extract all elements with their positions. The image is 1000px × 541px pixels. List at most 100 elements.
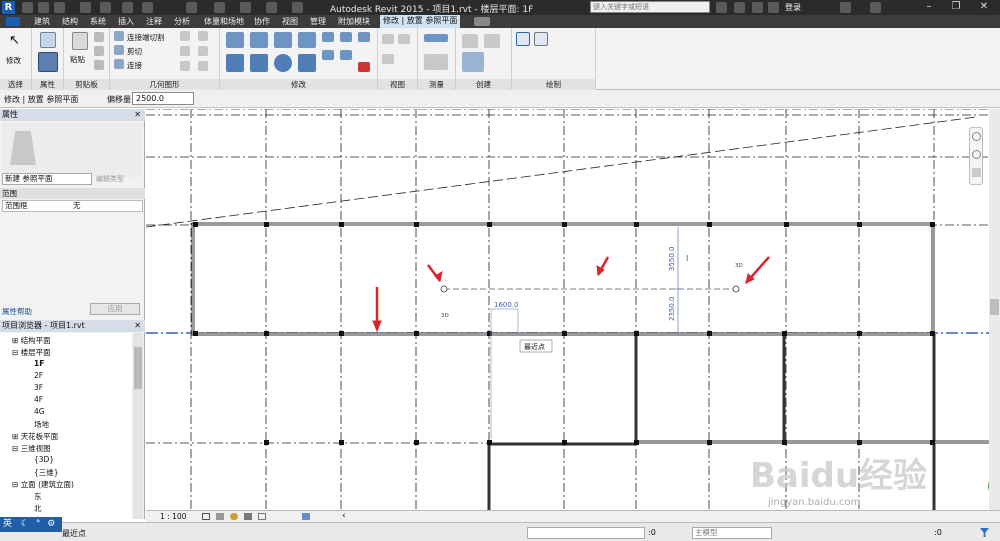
properties-icon[interactable] [40,32,56,48]
communication-icon[interactable] [752,2,763,13]
text-icon[interactable] [186,2,197,13]
rotate-icon[interactable] [274,54,292,72]
join-cut-button[interactable]: 连接端切割 [127,32,165,43]
delete-icon[interactable] [358,62,370,72]
split-icon[interactable] [322,32,334,42]
browser-scrollbar[interactable] [133,333,143,519]
print-icon[interactable] [122,2,133,13]
pick-face-icon[interactable] [180,61,190,71]
wall-join-icon[interactable] [180,46,190,56]
tab-manage[interactable]: 管理 [310,16,326,27]
sync-icon[interactable] [54,2,65,13]
filter-icon[interactable] [980,528,989,537]
join-icon[interactable] [114,59,124,69]
navigation-bar[interactable] [969,127,983,185]
tree-item[interactable]: 场地 [34,419,49,430]
exchange-icon[interactable] [840,2,851,13]
mirror-draw-icon[interactable] [298,32,316,48]
edit-type-button[interactable]: 编辑类型 [96,174,124,184]
3d-view-icon[interactable] [214,2,225,13]
panel-toggle-icon[interactable] [474,17,490,26]
open-icon[interactable] [22,2,33,13]
tree-item[interactable]: 北 [34,503,42,514]
hide-isolate-icon[interactable] [302,513,310,520]
crop-icon[interactable] [258,513,266,520]
move-icon[interactable] [226,54,244,72]
tree-item[interactable]: ⊞ 天花板平面 [12,431,58,442]
zoom-dropdown-icon[interactable] [972,168,981,177]
cut-button[interactable]: 剪切 [127,46,142,57]
tree-item[interactable]: ⊟ 立面 (建筑立面) [12,479,74,490]
zoom-icon[interactable] [972,150,981,159]
properties-help-link[interactable]: 属性帮助 [2,306,32,317]
tree-item[interactable]: {3D} [34,455,54,464]
cursor-icon[interactable]: ↖ [9,33,20,48]
join-cut-icon[interactable] [114,31,124,41]
property-value[interactable]: 无 [73,201,81,211]
sun-path-icon[interactable] [230,513,238,520]
hammer-icon[interactable] [198,61,208,71]
create-similar-icon[interactable] [484,34,500,48]
pin-icon[interactable] [322,50,334,60]
tree-item[interactable]: 4G [34,407,45,416]
moon-icon[interactable]: ☾ [21,519,29,529]
ime-toolbar[interactable]: 英 ☾ ° ⚙ [0,517,62,532]
close-icon[interactable]: ✕ [134,109,141,121]
measure-between-icon[interactable] [424,34,448,42]
pick-lines-icon[interactable] [534,32,548,46]
gear-icon[interactable]: ⚙ [47,519,55,529]
close-icon[interactable]: ✕ [134,320,141,332]
undo-icon[interactable] [80,2,91,13]
create-group-icon[interactable] [462,34,478,48]
tree-item[interactable]: ⊞ 结构平面 [12,335,51,346]
tab-collaborate[interactable]: 协作 [254,16,270,27]
thin-lines-icon[interactable] [266,2,277,13]
close-button[interactable]: ✕ [970,0,998,14]
tree-item[interactable]: 4F [34,395,43,404]
cut-geometry-icon[interactable] [114,45,124,55]
paint-icon[interactable] [198,31,208,41]
copy-element-icon[interactable] [250,54,268,72]
shadows-icon[interactable] [244,513,252,520]
workset-select[interactable] [527,527,645,539]
measure-icon[interactable] [142,2,153,13]
modify-button[interactable]: 修改 [6,55,21,66]
apply-button[interactable]: 应用 [90,303,140,315]
array-icon[interactable] [340,32,352,42]
visual-style-icon[interactable] [216,513,224,520]
trim-extend-icon[interactable] [298,54,316,72]
tab-insert[interactable]: 插入 [118,16,134,27]
help-icon[interactable] [870,2,881,13]
type-selector[interactable]: 新建 参照平面 [2,173,92,185]
subscription-icon[interactable] [734,2,745,13]
cut-icon[interactable] [94,32,104,42]
tab-analyze[interactable]: 分析 [174,16,190,27]
punctuation-icon[interactable]: ° [36,519,41,529]
favorites-icon[interactable] [768,2,779,13]
tree-item-active-1f[interactable]: 1F [34,359,44,368]
dimension-icon[interactable] [424,54,448,70]
minimize-button[interactable]: – [915,0,943,14]
tab-architecture[interactable]: 建筑 [34,16,50,27]
linework-icon[interactable] [382,54,394,64]
tree-item[interactable]: ⊟ 三维视图 [12,443,51,454]
detail-level-icon[interactable] [202,513,210,520]
match-type-icon[interactable] [94,60,104,70]
section-icon[interactable] [240,2,251,13]
align-icon[interactable] [226,32,244,48]
tree-item[interactable]: ⊟ 楼层平面 [12,347,51,358]
browser-scroll-thumb[interactable] [134,347,142,389]
demolish-icon[interactable] [198,46,208,56]
design-options-select[interactable]: 主模型 [692,527,772,539]
collapse-icon[interactable]: ‹ [342,511,346,521]
hide-icon[interactable] [382,34,394,44]
paste-icon[interactable] [72,32,88,50]
tab-structure[interactable]: 结构 [62,16,78,27]
offset-icon[interactable] [250,32,268,48]
tab-addins[interactable]: 附加模块 [338,16,370,27]
steering-wheel-icon[interactable] [972,132,981,141]
save-icon[interactable] [38,2,49,13]
override-icon[interactable] [398,34,410,44]
view-scale[interactable]: 1 : 100 [160,512,186,521]
drawing-canvas[interactable]: 3550.0 2350.0 1600.0 3D 3D I 最近点 Baidu经验 [146,109,989,510]
